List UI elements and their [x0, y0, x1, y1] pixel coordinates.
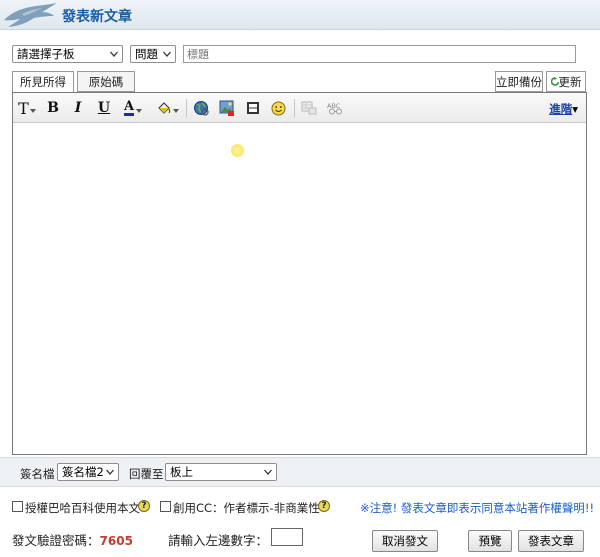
reply-to-select-value: 板上 [170, 465, 193, 479]
dropdown-caret-icon [172, 109, 179, 113]
bold-icon: B [47, 100, 59, 116]
signature-label: 簽名檔 [20, 467, 55, 481]
cancel-post-button[interactable]: 取消發文 [372, 530, 438, 552]
bird-logo-icon [4, 3, 57, 27]
editor-content-area[interactable] [13, 124, 586, 454]
editor: T B I U A ABC 進階▾ [12, 92, 587, 455]
chevron-down-icon [163, 51, 171, 57]
signature-select[interactable]: 簽名檔2 [57, 463, 119, 481]
submit-post-button-label: 發表文章 [528, 534, 574, 548]
table-icon [301, 101, 317, 115]
reply-to-select[interactable]: 板上 [165, 463, 277, 481]
creative-commons-checkbox[interactable] [160, 501, 171, 512]
verification-input[interactable] [271, 528, 303, 546]
mouse-cursor-indicator [231, 144, 244, 157]
page-header: 發表新文章 [0, 0, 600, 30]
verification-prompt: 請輸入左邊數字： [168, 533, 269, 548]
paint-bucket-icon [157, 101, 170, 114]
underline-button[interactable]: U [96, 99, 112, 117]
backup-button-label: 立即備份 [496, 75, 542, 89]
page-title: 發表新文章 [62, 9, 132, 25]
reply-to-label: 回覆至 [129, 467, 164, 481]
underline-icon: U [97, 100, 111, 116]
image-icon [219, 100, 234, 116]
italic-icon: I [74, 100, 82, 116]
chevron-down-icon [264, 469, 272, 475]
font-size-icon: T [18, 98, 29, 118]
creative-commons-label: 創用CC：作者標示-非商業性 [173, 501, 320, 515]
preview-button-label: 預覽 [478, 534, 502, 548]
title-input[interactable] [183, 45, 576, 63]
chevron-down-icon [110, 51, 118, 57]
film-icon [247, 102, 259, 114]
verification-code-caption: 發文驗證密碼： [12, 533, 100, 548]
tab-source[interactable]: 原始碼 [77, 71, 135, 92]
font-size-button[interactable]: T [17, 98, 37, 118]
category-select-value: 問題 [135, 47, 158, 61]
dropdown-caret-icon [29, 109, 36, 113]
tab-wysiwyg-label: 所見所得 [20, 75, 66, 89]
globe-link-icon [194, 101, 209, 116]
backup-button[interactable]: 立即備份 [495, 71, 543, 92]
bahamut-wiki-license-checkbox[interactable] [12, 501, 23, 512]
insert-link-button[interactable] [192, 99, 210, 117]
font-color-icon: A [123, 99, 135, 116]
smiley-icon [271, 101, 285, 115]
toolbar-separator [294, 99, 295, 117]
cancel-post-button-label: 取消發文 [382, 534, 428, 548]
advanced-link[interactable]: 進階▾ [549, 101, 578, 117]
preview-button[interactable]: 預覽 [468, 530, 512, 552]
advanced-caret-icon: ▾ [572, 102, 578, 116]
board-select-value: 請選擇子板 [17, 47, 75, 61]
verification-code: 7605 [99, 534, 133, 548]
insert-table-button[interactable] [300, 99, 318, 117]
editor-toolbar: T B I U A ABC 進階▾ [13, 93, 586, 123]
board-select[interactable]: 請選擇子板 [12, 45, 123, 63]
insert-video-button[interactable] [244, 99, 262, 117]
category-select[interactable]: 問題 [130, 45, 176, 63]
chevron-down-icon [106, 469, 114, 475]
insert-emoticon-button[interactable] [269, 99, 287, 117]
tab-wysiwyg[interactable]: 所見所得 [12, 71, 74, 92]
refresh-button-label: 更新 [558, 75, 582, 89]
dropdown-caret-icon [136, 109, 143, 113]
spellcheck-button[interactable]: ABC [325, 99, 347, 117]
bahamut-wiki-license-label: 授權巴哈百科使用本文 [25, 501, 140, 515]
highlight-color-button[interactable] [153, 99, 181, 117]
bold-button[interactable]: B [45, 99, 61, 117]
toolbar-separator [186, 99, 187, 117]
post-options-band: 簽名檔 簽名檔2 回覆至 板上 [0, 457, 600, 487]
help-icon[interactable]: ? [318, 500, 330, 512]
refresh-icon [550, 77, 559, 86]
italic-button[interactable]: I [70, 99, 86, 117]
submit-post-button[interactable]: 發表文章 [518, 530, 584, 552]
verification-code-label: 發文驗證密碼：7605 [12, 530, 133, 549]
refresh-button[interactable]: 更新 [546, 71, 586, 92]
tab-source-label: 原始碼 [88, 75, 124, 89]
abc-spellcheck-icon: ABC [327, 102, 342, 115]
help-icon[interactable]: ? [138, 500, 150, 512]
signature-select-value: 簽名檔2 [62, 465, 104, 479]
font-color-button[interactable]: A [120, 99, 146, 117]
advanced-link-label: 進階 [549, 102, 573, 116]
copyright-notice: ※注意! 發表文章即表示同意本站著作權聲明!! [360, 501, 595, 515]
insert-image-button[interactable] [218, 99, 236, 117]
